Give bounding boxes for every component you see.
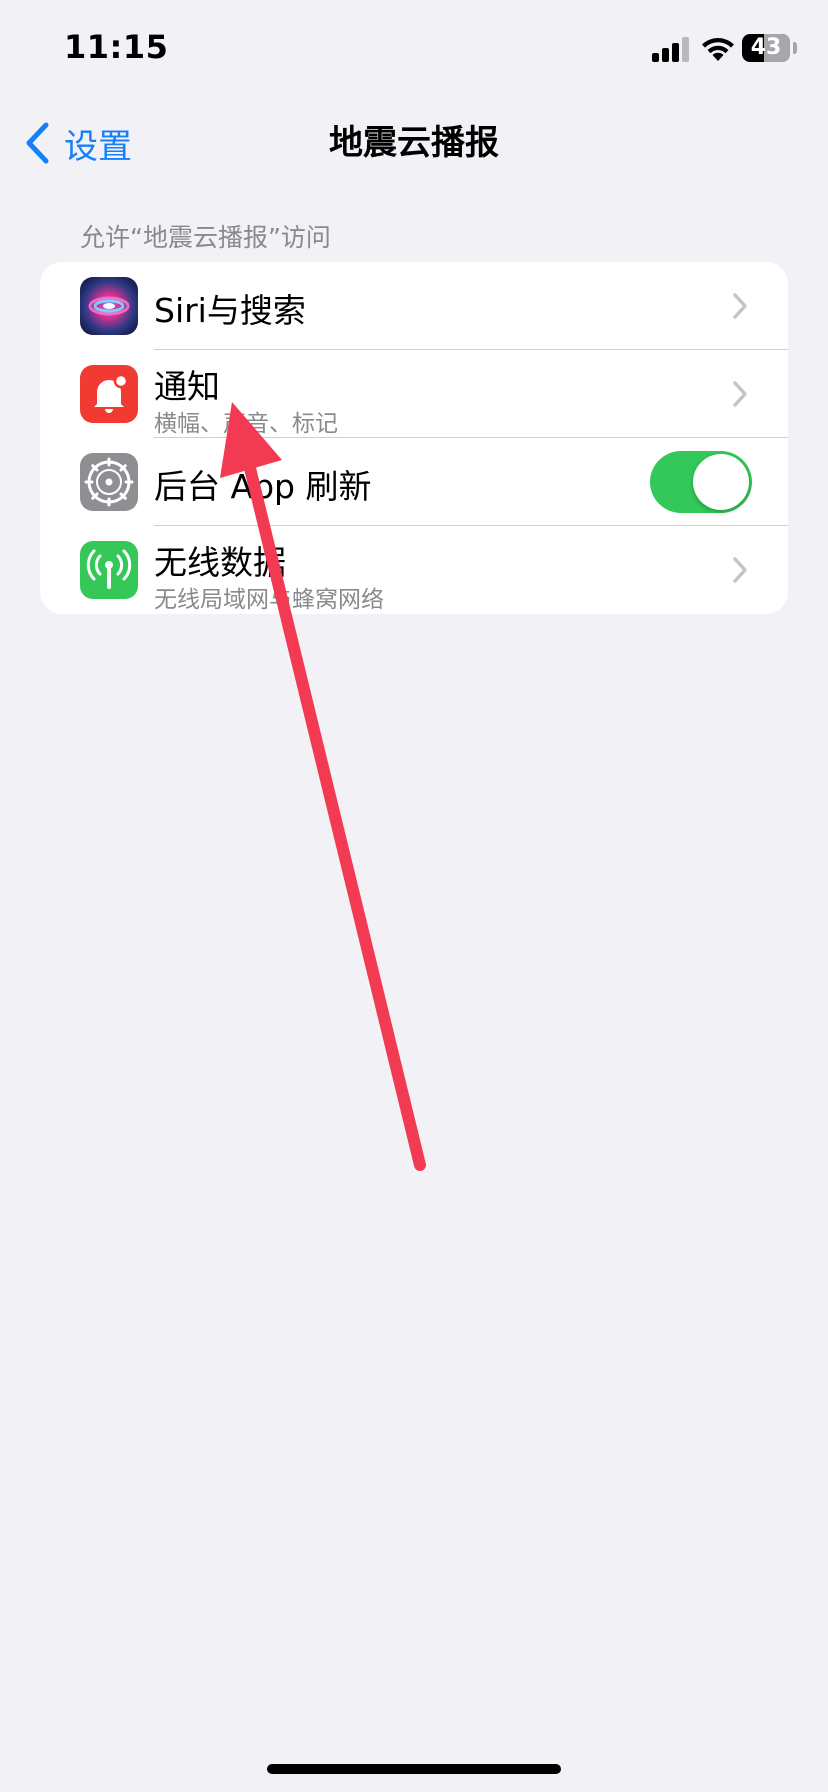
home-indicator[interactable] [267,1764,561,1774]
battery-icon: 43 [742,34,790,62]
chevron-right-icon [733,557,747,583]
bell-icon [80,365,138,423]
battery-percent: 43 [750,35,782,60]
toggle-knob [693,454,749,510]
status-icons: 43 [650,32,800,68]
row-subtitle: 无线局域网与蜂窝网络 [154,587,384,613]
background-refresh-toggle[interactable] [650,451,752,513]
cellular-signal-icon [652,36,692,62]
row-title: 后台 App 刷新 [154,467,372,506]
chevron-right-icon [733,293,747,319]
row-title: Siri与搜索 [154,291,306,330]
gear-icon [80,453,138,511]
section-header: 允许“地震云播报”访问 [80,223,331,252]
row-title: 通知 [154,367,220,406]
wifi-icon [702,38,734,61]
row-notifications[interactable]: 通知 横幅、声音、标记 [40,350,788,438]
row-subtitle: 横幅、声音、标记 [154,411,338,437]
settings-card: Siri与搜索 通知 横幅、声音、标记 后台 App 刷新 无线数据 无线局域网… [40,262,788,614]
row-wireless-data[interactable]: 无线数据 无线局域网与蜂窝网络 [40,526,788,614]
siri-icon [80,277,138,335]
row-siri-search[interactable]: Siri与搜索 [40,262,788,350]
row-title: 无线数据 [154,543,286,582]
row-background-refresh: 后台 App 刷新 [40,438,788,526]
chevron-right-icon [733,381,747,407]
status-time: 11:15 [64,28,169,66]
antenna-icon [80,541,138,599]
page-title: 地震云播报 [329,123,499,163]
battery-cap [793,42,797,54]
